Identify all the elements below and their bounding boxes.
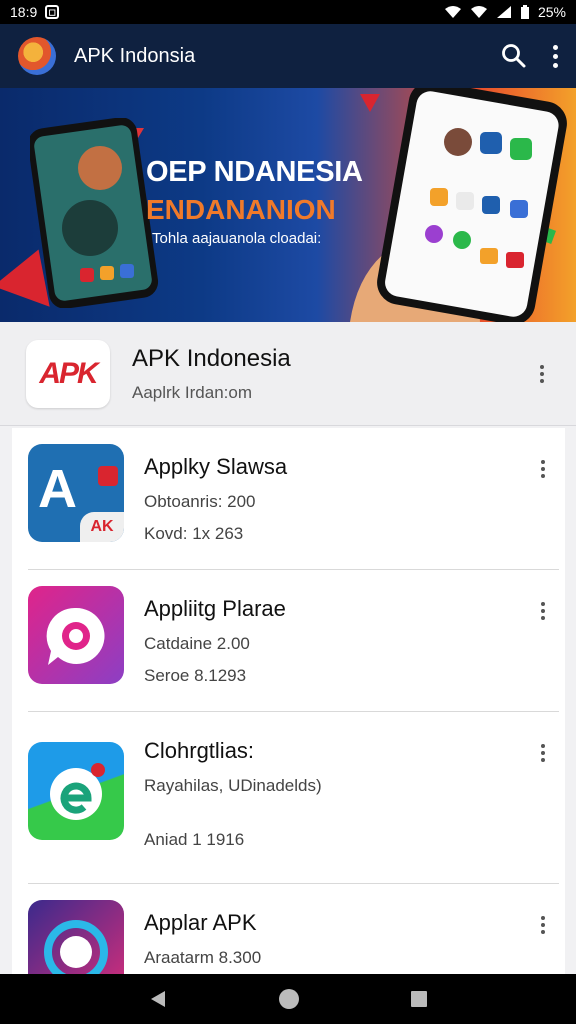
app-title: Applky Slawsa (144, 454, 288, 479)
phone-in-hand-illustration (350, 88, 567, 322)
app-meta: Obtoanris: 200 (144, 492, 256, 511)
status-bar: 18:9 ◻ 25% (0, 0, 576, 24)
featured-app-name: APK Indonesia (132, 344, 291, 372)
app-meta: Araatarm 8.300 (144, 948, 262, 967)
system-nav-bar (0, 974, 576, 1024)
banner-headline: OEP NDANESIA (146, 156, 363, 188)
app-meta: Aniad 1 1916 (144, 830, 245, 849)
more-options-icon[interactable] (535, 728, 551, 768)
more-vert-icon[interactable] (553, 44, 558, 68)
banner-subhead: ENDANANION (146, 194, 336, 225)
app-meta: Seroe 8.1293 (144, 666, 247, 685)
more-options-icon[interactable] (534, 359, 550, 389)
app-badge: AK (80, 512, 124, 542)
promo-banner[interactable]: OEP NDANESIA ENDANANION Tohla aajauanola… (0, 88, 576, 322)
battery-icon (520, 4, 529, 19)
wifi-icon (444, 6, 461, 18)
featured-app-subtitle: Aaplrk Irdan:om (132, 382, 252, 402)
apk-logo-text: APK (39, 356, 98, 390)
app-title: Appliitg Plarae (144, 596, 286, 621)
app-list: A AK Applky Slawsa Obtoanris: 200 Kovd: … (12, 428, 565, 974)
list-item[interactable]: Clohrgtlias: Rayahilas, UDinadelds) Ania… (12, 712, 565, 884)
chat-bubble-icon (46, 607, 105, 665)
app-title: Clohrgtlias: (144, 738, 255, 763)
app-meta: Catdaine 2.00 (144, 634, 250, 653)
back-icon[interactable] (148, 989, 168, 1009)
signal-icon (496, 6, 511, 18)
more-options-icon[interactable] (535, 900, 551, 940)
wifi-icon-2 (470, 6, 487, 18)
featured-app-card[interactable]: APK APK Indonesia Aaplrk Irdan:om (0, 322, 576, 426)
banner-tagline: Tohla aajauanola cloadai: (152, 230, 322, 247)
recents-icon[interactable] (410, 990, 428, 1008)
phone-illustration-left (30, 118, 159, 308)
app-title: Applar APK (144, 910, 257, 935)
app-icon (28, 900, 124, 974)
app-bar: APK Indonsia (0, 24, 576, 88)
status-time: 18:9 (10, 4, 38, 20)
app-icon-letter: A (38, 459, 77, 519)
battery-percent: 25% (537, 4, 566, 20)
chat-e-icon (50, 763, 105, 820)
featured-app-icon: APK (26, 339, 110, 408)
flag-badge-icon (98, 466, 118, 486)
app-icon (28, 742, 124, 840)
app-meta: Rayahilas, UDinadelds) (144, 776, 322, 795)
app-meta: Kovd: 1x 263 (144, 524, 244, 543)
app-logo[interactable] (18, 37, 56, 75)
home-icon[interactable] (278, 988, 300, 1010)
notification-icon: ◻ (45, 5, 60, 19)
more-options-icon[interactable] (535, 586, 551, 626)
search-icon[interactable] (501, 43, 527, 69)
more-options-icon[interactable] (535, 444, 551, 484)
app-title: APK Indonsia (74, 44, 196, 67)
list-item[interactable]: Applar APK Araatarm 8.300 (12, 884, 565, 974)
app-icon (28, 586, 124, 684)
app-icon: A AK (28, 444, 124, 542)
list-item[interactable]: Appliitg Plarae Catdaine 2.00 Seroe 8.12… (12, 570, 565, 712)
list-item[interactable]: A AK Applky Slawsa Obtoanris: 200 Kovd: … (12, 428, 565, 570)
app-logo-swirl-icon (44, 920, 108, 974)
